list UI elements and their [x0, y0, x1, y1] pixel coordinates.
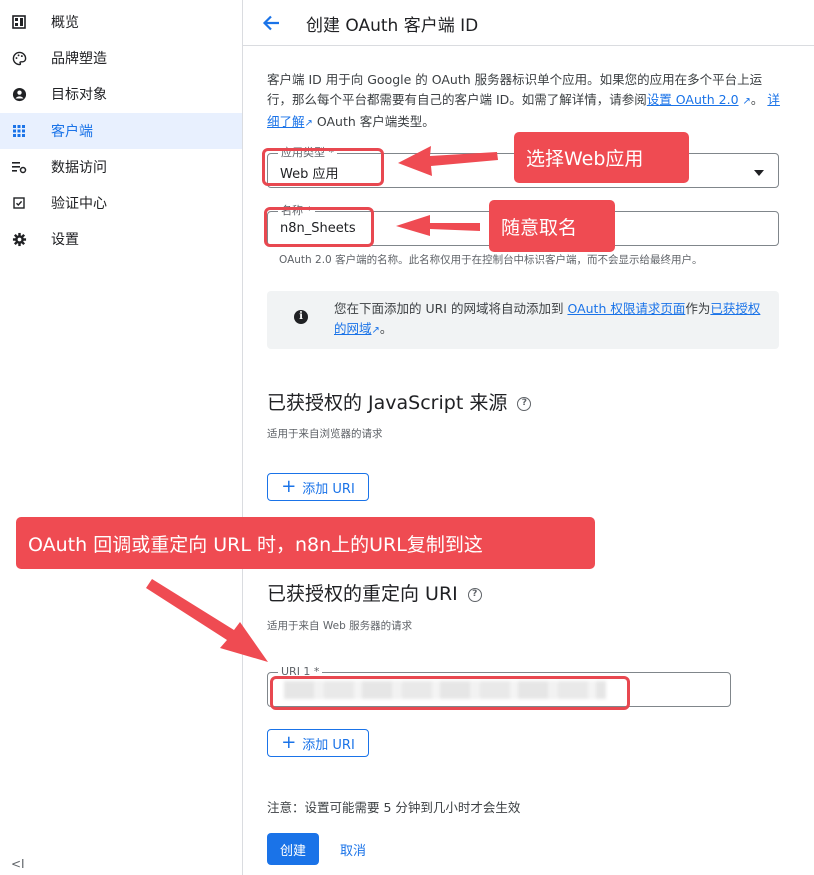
propagation-note: 注意：设置可能需要 5 分钟到几小时才会生效	[267, 800, 521, 815]
js-origins-title-text: 已获授权的 JavaScript 来源	[267, 392, 508, 414]
sidebar-item-overview[interactable]: 概览	[0, 4, 242, 40]
js-origins-title: 已获授权的 JavaScript 来源?	[267, 388, 532, 415]
callout-copy-url: OAuth 回调或重定向 URL 时，n8n上的URL复制到这	[16, 517, 595, 569]
intro-sep: 。	[750, 92, 764, 107]
info-text-part: 作为	[685, 301, 711, 316]
sidebar-item-verification[interactable]: 验证中心	[0, 185, 242, 221]
consent-screen-link[interactable]: OAuth 权限请求页面	[567, 301, 685, 316]
external-link-icon: ↗	[304, 118, 313, 129]
highlight-box-app-type	[262, 148, 384, 186]
highlight-box-uri	[270, 676, 630, 710]
info-box: i 您在下面添加的 URI 的网域将自动添加到 OAuth 权限请求页面作为已获…	[267, 291, 779, 349]
add-uri-label: 添加 URI	[302, 481, 355, 497]
dashboard-icon	[11, 14, 27, 30]
gear-icon	[11, 231, 27, 247]
sidebar-item-label: 概览	[51, 15, 79, 31]
external-link-icon: ↗	[742, 96, 751, 107]
page-title: 创建 OAuth 客户端 ID	[306, 16, 479, 36]
js-origins-subtitle: 适用于来自浏览器的请求	[267, 428, 383, 440]
sidebar-item-label: 目标对象	[51, 87, 107, 103]
intro-text-part: OAuth 客户端类型。	[316, 114, 435, 129]
add-js-origin-button[interactable]: + 添加 URI	[267, 473, 369, 501]
sidebar-item-branding[interactable]: 品牌塑造	[0, 40, 242, 76]
sidebar-item-data-access[interactable]: 数据访问	[0, 149, 242, 185]
plus-icon: +	[281, 476, 297, 497]
highlight-box-name	[264, 207, 374, 247]
cancel-button[interactable]: 取消	[330, 833, 376, 865]
name-helper-text: OAuth 2.0 客户端的名称。此名称仅用于在控制台中标识客户端，而不会显示给…	[279, 254, 703, 266]
sidebar-item-audience[interactable]: 目标对象	[0, 76, 242, 112]
external-link-icon: ↗	[371, 325, 380, 336]
sidebar-item-label: 验证中心	[51, 196, 107, 212]
callout-select-web-app: 选择Web应用	[514, 132, 689, 183]
intro-text: 客户端 ID 用于向 Google 的 OAuth 服务器标识单个应用。如果您的…	[267, 70, 782, 134]
collapse-sidebar-button[interactable]: <I	[11, 857, 25, 871]
page-header: 创建 OAuth 客户端 ID	[243, 0, 814, 46]
back-arrow-icon[interactable]	[260, 12, 282, 34]
grid-icon	[11, 123, 27, 139]
palette-icon	[11, 50, 27, 66]
help-icon[interactable]: ?	[517, 396, 532, 411]
add-uri-label: 添加 URI	[302, 737, 355, 753]
sidebar-item-label: 设置	[51, 232, 79, 248]
info-text-part: 您在下面添加的 URI 的网域将自动添加到	[334, 301, 564, 316]
sidebar-item-label: 品牌塑造	[51, 51, 107, 67]
redirect-uris-title: 已获授权的重定向 URI?	[267, 579, 482, 606]
redirect-uris-subtitle: 适用于来自 Web 服务器的请求	[267, 620, 413, 632]
redirect-uris-title-text: 已获授权的重定向 URI	[267, 583, 458, 605]
dropdown-arrow-icon	[754, 170, 764, 176]
checkbox-icon	[11, 195, 27, 211]
sidebar-item-label: 客户端	[51, 124, 93, 140]
add-redirect-uri-button[interactable]: + 添加 URI	[267, 729, 369, 757]
create-button[interactable]: 创建	[267, 833, 319, 865]
help-icon[interactable]: ?	[467, 587, 482, 602]
data-access-icon	[11, 159, 27, 175]
sidebar-item-label: 数据访问	[51, 160, 107, 176]
callout-any-name: 随意取名	[489, 200, 615, 252]
sidebar-item-clients[interactable]: 客户端	[0, 113, 242, 149]
info-icon: i	[294, 310, 308, 324]
sidebar: 概览 品牌塑造 目标对象 客户端 数据访问 验证中心 设置 <I	[0, 0, 243, 875]
info-text-part: 。	[379, 321, 393, 336]
person-icon	[11, 86, 27, 102]
setup-oauth-link[interactable]: 设置 OAuth 2.0	[647, 92, 739, 107]
sidebar-item-settings[interactable]: 设置	[0, 221, 242, 257]
plus-icon: +	[281, 732, 297, 753]
info-text: 您在下面添加的 URI 的网域将自动添加到 OAuth 权限请求页面作为已获授权…	[334, 299, 764, 341]
